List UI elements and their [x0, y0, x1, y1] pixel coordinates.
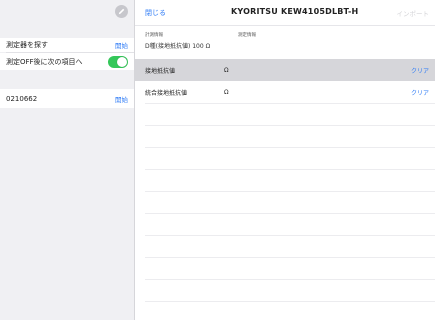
test-info-label: 測定情報	[238, 33, 256, 38]
auto-next-label: 測定OFF後に次の項目へ	[6, 57, 83, 66]
info-section: 計測情報 測定情報 D種(接地抵抗値) 100 Ω	[135, 26, 435, 59]
measurement-unit: Ω	[224, 66, 229, 74]
device-id-label: 0210662	[6, 94, 38, 103]
auto-next-toggle[interactable]	[108, 55, 128, 68]
close-button[interactable]: 閉じる	[145, 8, 166, 18]
device-row[interactable]: 0210662 開始	[0, 89, 134, 108]
find-device-start-button[interactable]: 開始	[115, 40, 128, 50]
divider	[145, 147, 435, 148]
measurement-row-combined-ground-resistance[interactable]: 統合接地抵抗値 Ω クリア	[135, 81, 435, 103]
measurement-info-label: 計測情報	[145, 33, 163, 38]
divider	[145, 257, 435, 258]
device-start-button[interactable]: 開始	[115, 94, 128, 104]
measurement-row-ground-resistance[interactable]: 接地抵抗値 Ω クリア	[135, 59, 435, 81]
navigation-bar: 閉じる KYORITSU KEW4105DLBT-H インポート	[135, 0, 435, 26]
toggle-knob	[117, 56, 127, 67]
measurement-panel: 閉じる KYORITSU KEW4105DLBT-H インポート 計測情報 測定…	[135, 0, 435, 320]
device-panel: 測定器を探す 開始 測定OFF後に次の項目へ 0210662 開始	[0, 0, 135, 320]
divider	[145, 103, 435, 104]
measurement-label: 統合接地抵抗値	[145, 89, 188, 97]
divider	[145, 279, 435, 280]
auto-next-row: 測定OFF後に次の項目へ	[0, 53, 134, 70]
divider	[145, 169, 435, 170]
divider	[145, 125, 435, 126]
device-panel-toolbar	[0, 0, 134, 25]
pencil-icon	[118, 8, 125, 15]
divider	[145, 191, 435, 192]
page-title: KYORITSU KEW4105DLBT-H	[231, 7, 359, 16]
divider	[145, 235, 435, 236]
find-device-label: 測定器を探す	[6, 41, 48, 49]
clear-button[interactable]: クリア	[411, 66, 429, 75]
edit-button[interactable]	[115, 5, 128, 18]
import-button[interactable]: インポート	[397, 8, 430, 18]
clear-button[interactable]: クリア	[411, 88, 429, 97]
measurement-info-value: D種(接地抵抗値) 100 Ω	[145, 43, 211, 50]
find-device-row[interactable]: 測定器を探す 開始	[0, 38, 134, 52]
divider	[145, 213, 435, 214]
divider	[145, 301, 435, 302]
measurement-label: 接地抵抗値	[145, 67, 176, 75]
measurement-unit: Ω	[224, 88, 229, 96]
